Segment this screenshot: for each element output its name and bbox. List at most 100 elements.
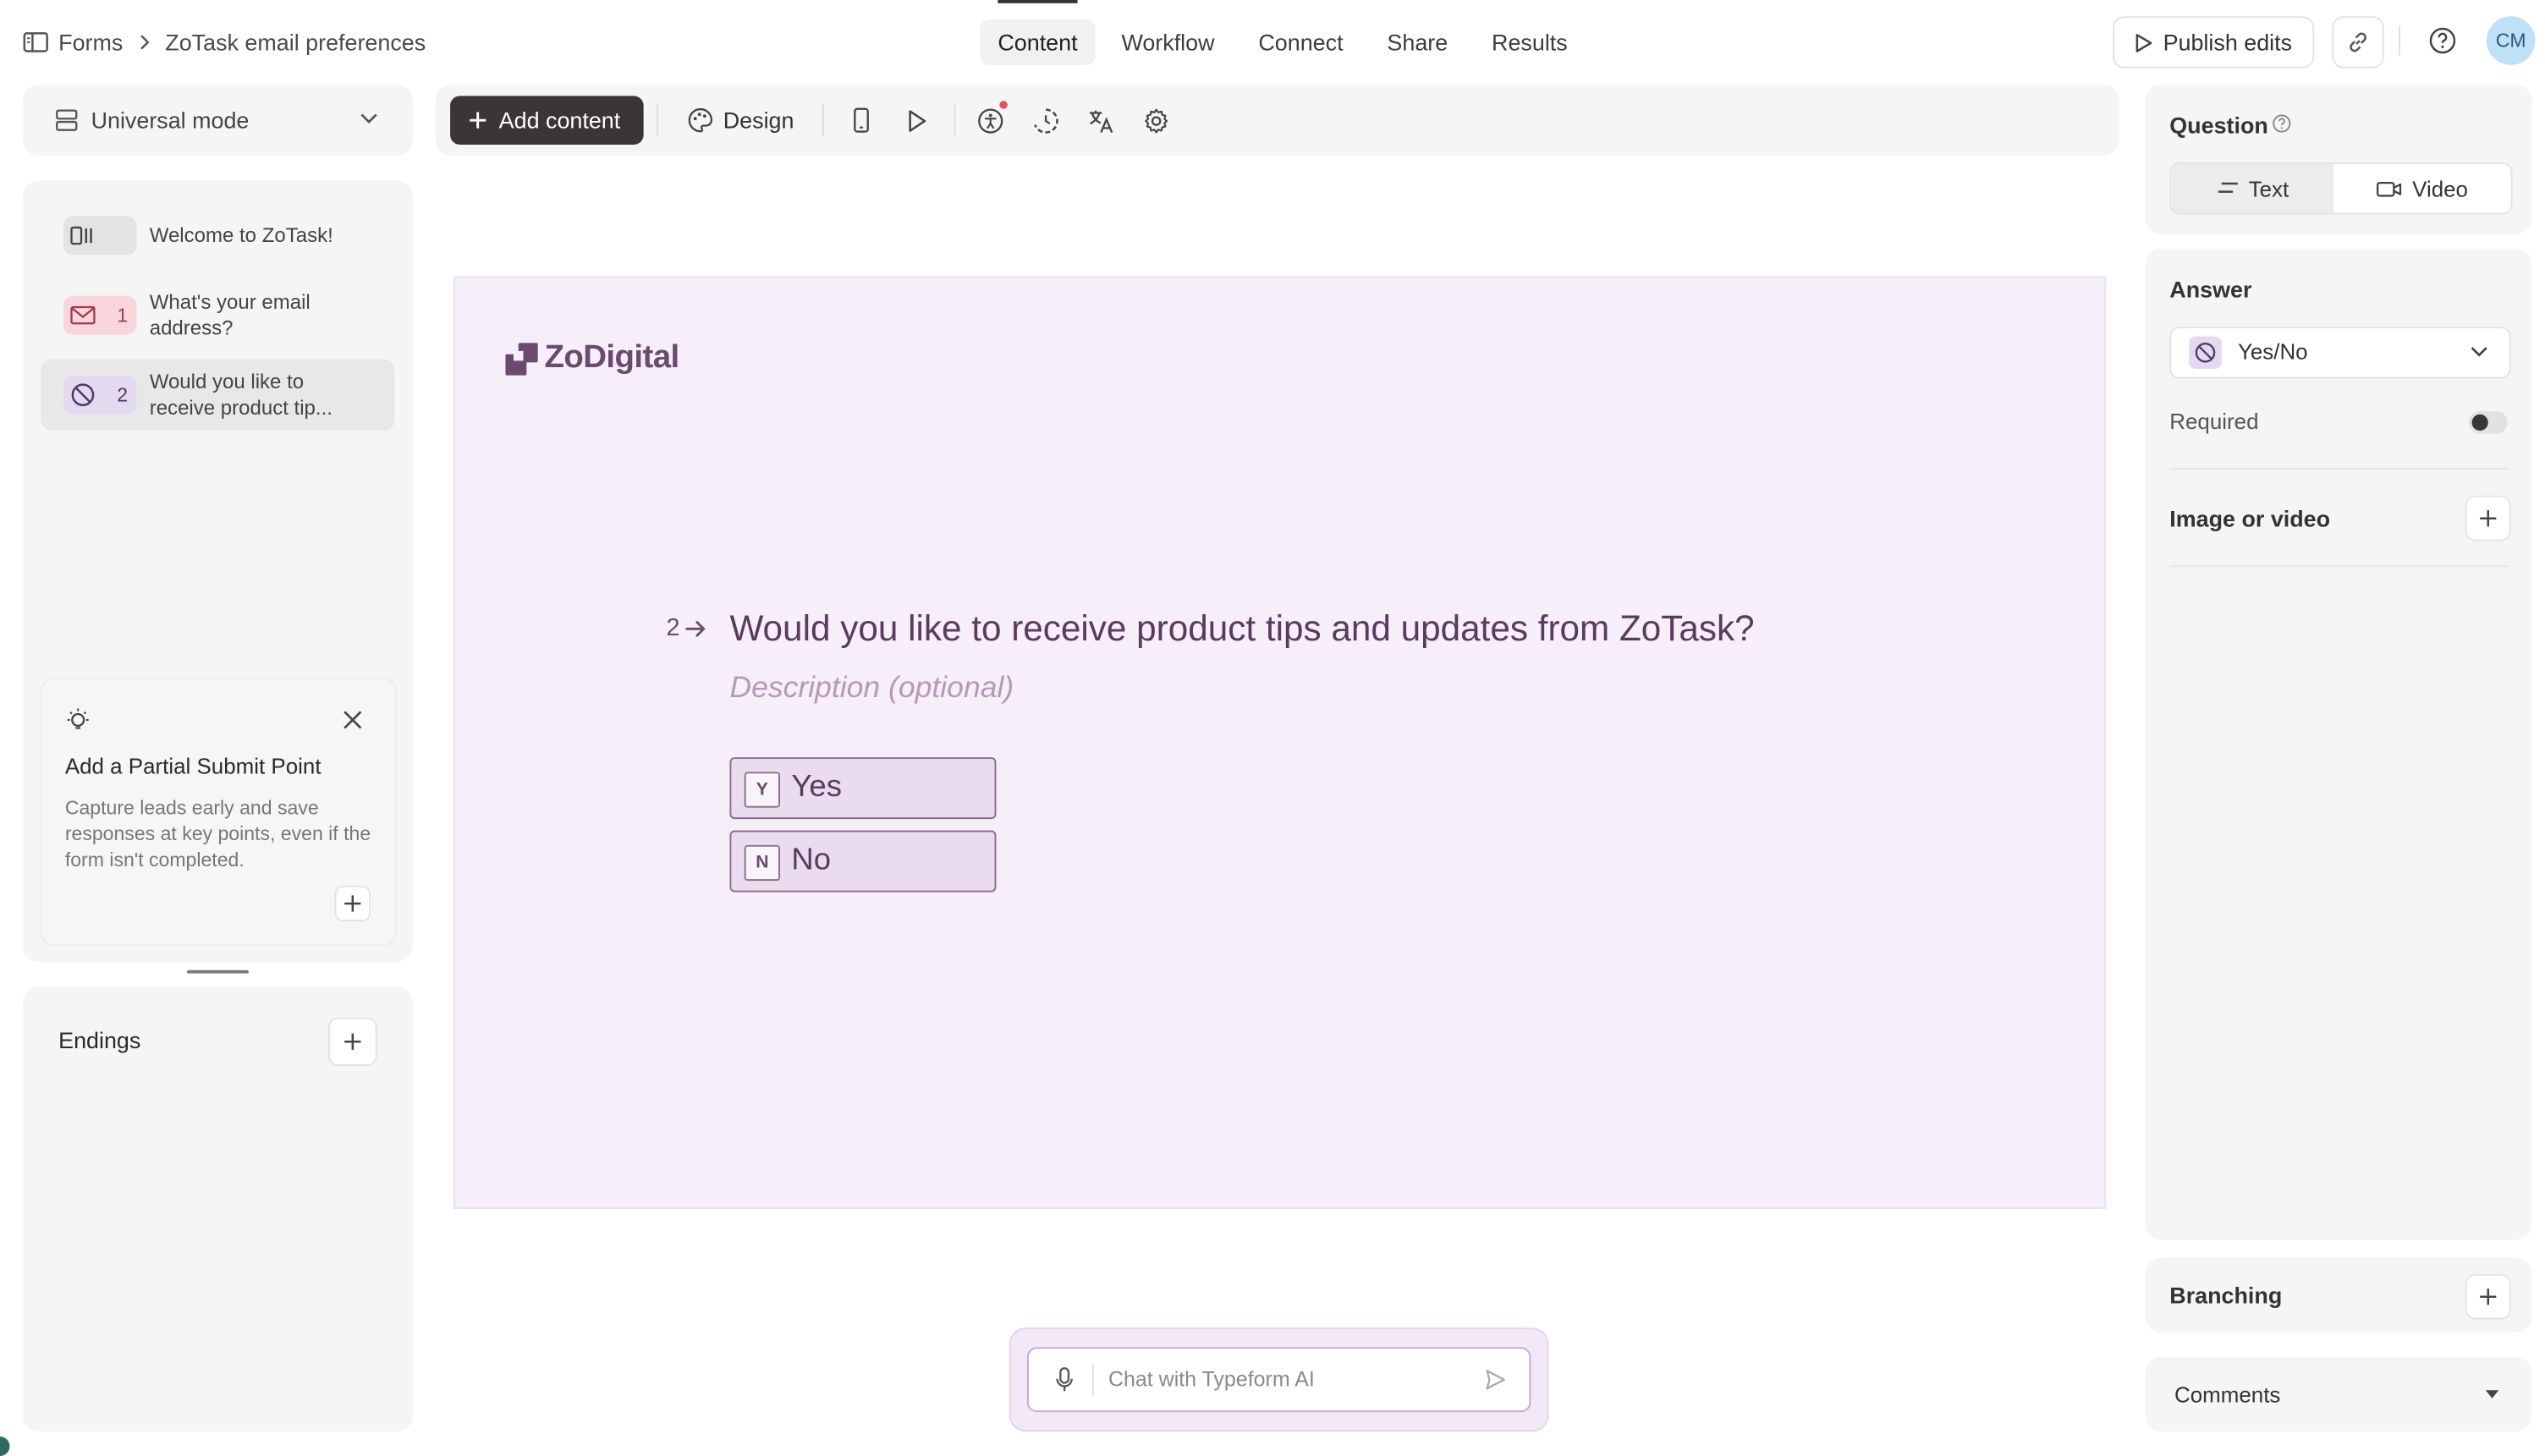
tab-content[interactable]: Content — [980, 19, 1096, 65]
plus-icon — [468, 111, 487, 130]
list-item-welcome[interactable]: Welcome to ZoTask! — [41, 205, 395, 266]
brand-logo-icon — [505, 342, 538, 375]
logic-button[interactable] — [1027, 102, 1063, 138]
tab-results[interactable]: Results — [1474, 19, 1586, 65]
question-type-video[interactable]: Video — [2333, 164, 2510, 213]
chevron-down-icon — [2471, 346, 2488, 357]
settings-button[interactable] — [1138, 102, 1174, 138]
layout-icon — [55, 109, 78, 132]
typeform-editor: Forms ZoTask email preferences Content W… — [0, 0, 2545, 1456]
microphone-icon[interactable] — [1055, 1366, 1075, 1393]
list-item-email[interactable]: 1 What's your email address? — [41, 281, 395, 349]
publish-button[interactable]: Publish edits — [2113, 16, 2315, 69]
tab-share[interactable]: Share — [1369, 19, 1465, 65]
choice-no[interactable]: N No — [729, 830, 997, 893]
add-media-button[interactable] — [2465, 495, 2511, 541]
description-field[interactable]: Description (optional) — [729, 669, 1014, 705]
question-number-text: 2 — [666, 614, 680, 642]
close-icon[interactable] — [343, 710, 362, 729]
email-chip: 1 — [63, 295, 137, 335]
endings-panel: Endings — [22, 986, 413, 1432]
breadcrumb-forms-link[interactable]: Forms — [58, 30, 123, 56]
divider — [2399, 25, 2401, 56]
link-icon — [2347, 30, 2370, 53]
send-icon[interactable] — [1484, 1368, 1507, 1391]
add-content-button[interactable]: Add content — [450, 96, 644, 145]
arrow-right-icon — [684, 618, 707, 638]
question-type-text[interactable]: Text — [2171, 164, 2334, 213]
active-tab-indicator — [998, 0, 1078, 3]
preview-button[interactable] — [899, 102, 934, 138]
add-branching-button[interactable] — [2465, 1273, 2511, 1320]
form-canvas[interactable]: ZoDigital — [453, 276, 2107, 1210]
mode-label: Universal mode — [91, 107, 250, 134]
add-partial-submit-button[interactable] — [334, 885, 371, 922]
lightbulb-icon — [65, 707, 91, 735]
list-item-label: Welcome to ZoTask! — [149, 224, 333, 247]
tab-connect[interactable]: Connect — [1240, 19, 1360, 65]
add-content-label: Add content — [498, 107, 621, 134]
info-icon[interactable] — [2272, 113, 2291, 133]
ai-chat-input[interactable]: Chat with Typeform AI — [1026, 1347, 1531, 1413]
answer-type-select[interactable]: Yes/No — [2169, 327, 2511, 379]
yes-no-icon — [2189, 336, 2222, 370]
endings-label: Endings — [58, 1026, 141, 1053]
accessibility-button[interactable] — [972, 101, 1008, 138]
question-label: Question — [2169, 112, 2268, 139]
yes-no-icon — [70, 382, 96, 408]
chevron-down-icon — [359, 113, 378, 125]
progress-circle-icon — [1031, 107, 1059, 135]
divider — [1091, 1363, 1094, 1396]
avatar[interactable]: CM — [2486, 16, 2536, 65]
item-number: 1 — [117, 304, 129, 327]
required-toggle[interactable] — [2468, 410, 2508, 434]
answer-settings-panel: Answer Yes/No Required Image or video — [2145, 248, 2532, 1240]
design-label: Design — [723, 107, 794, 134]
comments-panel[interactable]: Comments — [2145, 1356, 2532, 1432]
play-icon — [2134, 31, 2153, 52]
comments-label: Comments — [2174, 1382, 2281, 1408]
panel-resize-handle[interactable] — [186, 970, 249, 974]
list-item-product-tips[interactable]: 2 Would you like to receive product tip.… — [41, 359, 395, 431]
accessibility-icon — [976, 107, 1003, 135]
divider — [954, 103, 956, 137]
tab-workflow[interactable]: Workflow — [1103, 19, 1232, 65]
breadcrumb-form-name[interactable]: ZoTask email preferences — [165, 30, 426, 56]
design-button[interactable]: Design — [676, 99, 805, 141]
welcome-chip — [63, 216, 137, 255]
choice-label: Yes — [791, 770, 842, 805]
copy-link-button[interactable] — [2332, 16, 2384, 69]
caret-down-icon — [2485, 1389, 2499, 1399]
help-button[interactable] — [2428, 26, 2458, 56]
translate-icon — [1086, 107, 1114, 135]
item-number: 2 — [117, 383, 129, 407]
choice-key: N — [744, 844, 780, 882]
required-label: Required — [2169, 409, 2259, 434]
chevron-right-icon — [138, 34, 151, 50]
plus-icon — [343, 1032, 362, 1052]
choice-yes[interactable]: Y Yes — [729, 757, 997, 820]
mobile-icon — [851, 107, 871, 134]
notification-dot — [999, 101, 1008, 109]
question-type-text-label: Text — [2248, 176, 2289, 201]
forms-icon[interactable] — [23, 30, 49, 53]
plus-icon — [2478, 508, 2498, 528]
gear-icon — [1141, 107, 1169, 135]
video-camera-icon — [2377, 179, 2403, 197]
help-icon — [2428, 26, 2458, 56]
branching-panel: Branching — [2145, 1257, 2532, 1333]
question-title[interactable]: Would you like to receive product tips a… — [729, 607, 1754, 650]
question-number: 2 — [667, 614, 708, 642]
answer-type-value: Yes/No — [2237, 339, 2308, 365]
mobile-preview-button[interactable] — [844, 102, 879, 138]
divider — [822, 103, 824, 137]
brand-logo: ZoDigital — [505, 339, 679, 376]
divider — [2169, 468, 2509, 470]
plus-icon — [343, 893, 362, 913]
mode-selector[interactable]: Universal mode — [22, 84, 413, 157]
translate-button[interactable] — [1082, 102, 1118, 138]
nav-tabs: Content Workflow Connect Share Results — [980, 19, 1586, 65]
list-item-label: Would you like to receive product tip... — [149, 370, 333, 420]
corner-indicator — [0, 1436, 10, 1456]
add-ending-button[interactable] — [328, 1017, 377, 1067]
